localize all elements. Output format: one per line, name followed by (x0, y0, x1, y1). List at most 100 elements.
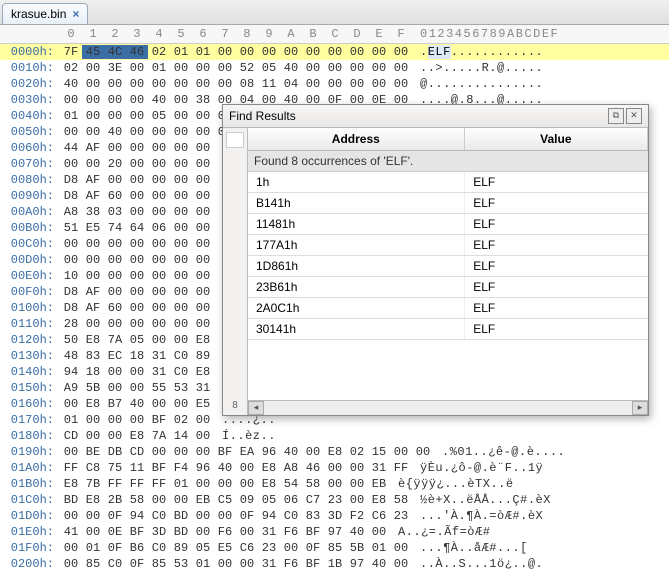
hex-byte[interactable]: 44 (60, 141, 82, 155)
hex-row[interactable]: 01A0h:FFC87511BFF4964000E8A846000031FFÿÈ… (0, 460, 669, 476)
hex-byte[interactable]: FF (390, 461, 412, 475)
hex-byte[interactable]: 00 (170, 157, 192, 171)
hex-byte[interactable]: BF (302, 557, 324, 571)
hex-byte[interactable]: E8 (192, 333, 214, 347)
hex-byte[interactable]: C5 (214, 493, 236, 507)
side-handle[interactable] (226, 132, 244, 148)
hex-byte[interactable]: 7F (60, 45, 82, 59)
hex-byte[interactable]: A8 (60, 205, 82, 219)
hex-row[interactable]: 0180h:CD0000E87A1400Í..èz.. (0, 428, 669, 444)
hex-byte[interactable]: 01 (192, 45, 214, 59)
hex-byte[interactable]: 00 (280, 45, 302, 59)
hex-byte[interactable]: 00 (302, 61, 324, 75)
hex-byte[interactable]: 31 (192, 381, 214, 395)
hex-byte[interactable]: 00 (126, 317, 148, 331)
find-results-window[interactable]: Find Results ⧉ ✕ 8 Address Value Found 8… (222, 104, 649, 416)
hex-byte[interactable]: BD (170, 509, 192, 523)
hex-row[interactable]: 0190h:00BEDBCD000000BFEA964000E802150000… (0, 444, 669, 460)
hex-byte[interactable]: 00 (390, 557, 412, 571)
hex-byte[interactable]: 00 (60, 541, 82, 555)
hex-byte[interactable]: 00 (148, 493, 170, 507)
hex-byte[interactable]: F6 (280, 525, 302, 539)
hex-byte[interactable]: 00 (390, 45, 412, 59)
hex-byte[interactable]: 00 (104, 109, 126, 123)
hex-byte[interactable]: 00 (126, 173, 148, 187)
hex-byte[interactable]: AF (82, 173, 104, 187)
hex-byte[interactable]: E8 (192, 365, 214, 379)
hex-byte[interactable]: F6 (280, 557, 302, 571)
hex-byte[interactable]: 00 (104, 253, 126, 267)
ascii-cell[interactable]: ..À..S...1ö¿..@. (412, 557, 543, 571)
hex-byte[interactable]: 18 (82, 365, 104, 379)
hex-byte[interactable]: E8 (82, 333, 104, 347)
hex-byte[interactable]: 06 (148, 221, 170, 235)
hex-byte[interactable]: 00 (126, 365, 148, 379)
hex-byte[interactable]: 0F (104, 541, 126, 555)
hex-byte[interactable]: 00 (126, 141, 148, 155)
hex-byte[interactable]: 00 (412, 445, 434, 459)
hex-byte[interactable]: D8 (60, 285, 82, 299)
hex-byte[interactable]: 00 (368, 525, 390, 539)
hex-byte[interactable]: 31 (148, 349, 170, 363)
hex-byte[interactable]: 00 (192, 205, 214, 219)
hex-byte[interactable]: 83 (302, 509, 324, 523)
hex-byte[interactable]: 05 (258, 61, 280, 75)
hex-byte[interactable]: 2B (104, 493, 126, 507)
hex-byte[interactable]: 85 (148, 557, 170, 571)
hex-byte[interactable]: 00 (170, 269, 192, 283)
hex-byte[interactable]: 00 (170, 493, 192, 507)
hex-byte[interactable]: 31 (258, 557, 280, 571)
hex-byte[interactable]: CD (126, 445, 148, 459)
hex-byte[interactable]: 00 (192, 77, 214, 91)
hex-byte[interactable]: 00 (258, 45, 280, 59)
hex-byte[interactable]: 00 (302, 445, 324, 459)
hex-byte[interactable]: 09 (236, 493, 258, 507)
hex-byte[interactable]: E8 (258, 477, 280, 491)
hex-byte[interactable]: 02 (170, 413, 192, 427)
hex-byte[interactable]: FF (60, 461, 82, 475)
hex-byte[interactable]: 00 (104, 317, 126, 331)
hex-byte[interactable]: BD (60, 493, 82, 507)
hex-byte[interactable]: 00 (148, 301, 170, 315)
hex-byte[interactable]: 75 (104, 461, 126, 475)
hex-byte[interactable]: 00 (126, 125, 148, 139)
hex-byte[interactable]: C0 (148, 509, 170, 523)
hex-byte[interactable]: 83 (82, 349, 104, 363)
hex-byte[interactable]: 00 (170, 317, 192, 331)
hex-byte[interactable]: 00 (126, 237, 148, 251)
hex-byte[interactable]: 5B (82, 381, 104, 395)
hex-byte[interactable]: 00 (192, 109, 214, 123)
hex-byte[interactable]: 5B (346, 541, 368, 555)
hex-byte[interactable]: 00 (192, 157, 214, 171)
hex-byte[interactable]: 00 (126, 205, 148, 219)
hex-byte[interactable]: 01 (368, 541, 390, 555)
hex-byte[interactable]: 89 (192, 349, 214, 363)
hex-byte[interactable]: 00 (60, 445, 82, 459)
hex-byte[interactable]: 96 (258, 445, 280, 459)
hex-byte[interactable]: 85 (82, 557, 104, 571)
hex-byte[interactable]: A8 (280, 461, 302, 475)
hex-byte[interactable]: 00 (214, 77, 236, 91)
hex-byte[interactable]: 00 (148, 317, 170, 331)
hex-byte[interactable]: 00 (104, 365, 126, 379)
hex-byte[interactable]: 7A (104, 333, 126, 347)
hex-byte[interactable]: 00 (60, 93, 82, 107)
hex-byte[interactable]: 00 (60, 253, 82, 267)
hex-byte[interactable]: 0F (126, 557, 148, 571)
hex-byte[interactable]: 01 (60, 109, 82, 123)
hex-byte[interactable]: EC (104, 349, 126, 363)
hex-byte[interactable]: 31 (258, 525, 280, 539)
hex-byte[interactable]: B7 (104, 397, 126, 411)
hex-byte[interactable]: 01 (60, 413, 82, 427)
hex-byte[interactable]: 01 (192, 557, 214, 571)
hex-byte[interactable]: 00 (192, 221, 214, 235)
hex-byte[interactable]: 00 (126, 269, 148, 283)
hex-byte[interactable]: A9 (60, 381, 82, 395)
hex-byte[interactable]: C8 (82, 461, 104, 475)
hex-byte[interactable]: 00 (170, 109, 192, 123)
hex-byte[interactable]: 51 (60, 221, 82, 235)
hex-byte[interactable]: 00 (170, 445, 192, 459)
hex-byte[interactable]: 00 (214, 61, 236, 75)
hex-byte[interactable]: E5 (82, 221, 104, 235)
hex-byte[interactable]: 53 (170, 381, 192, 395)
